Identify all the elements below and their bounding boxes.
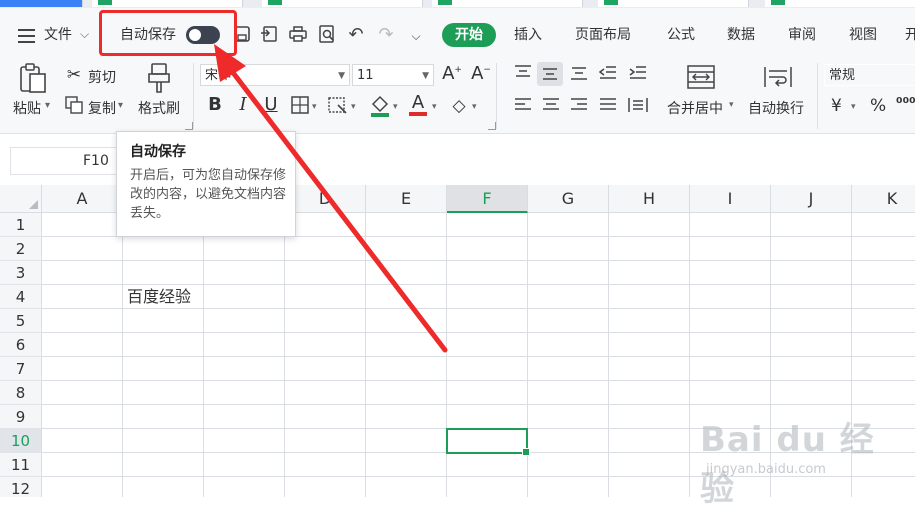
watermark-logo: Bai du 经验 bbox=[700, 420, 875, 509]
watermark-url: jingyan.baidu.com bbox=[706, 462, 826, 477]
baidu-watermark: Bai du 经验 jingyan.baidu.com bbox=[700, 412, 890, 509]
